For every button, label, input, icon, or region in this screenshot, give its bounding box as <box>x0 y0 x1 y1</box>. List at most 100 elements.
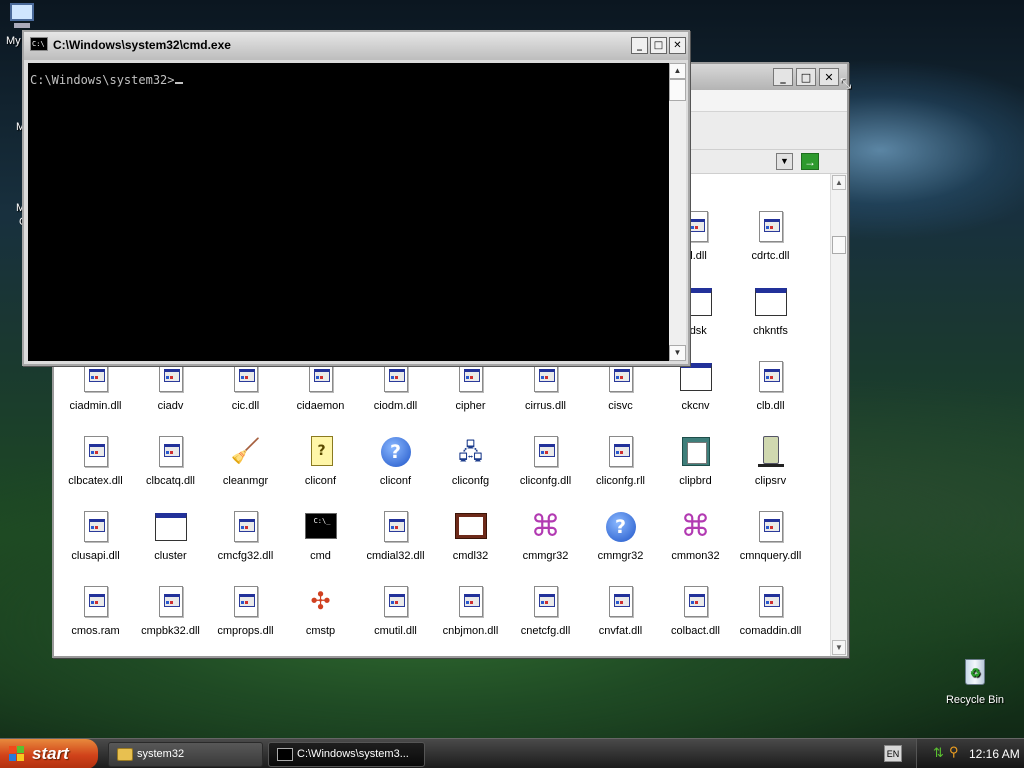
file-item[interactable]: cirrus.dll <box>508 361 583 412</box>
file-item[interactable]: ✣ cmstp <box>283 586 358 637</box>
file-item[interactable]: cdrtc.dll <box>733 211 808 262</box>
scroll-up-button[interactable]: ▲ <box>832 175 846 190</box>
file-item[interactable]: ⌘ cmmon32 <box>658 511 733 563</box>
file-item[interactable]: cliconfg.dll <box>508 436 583 487</box>
file-item[interactable]: cmpbk32.dll <box>133 586 208 637</box>
cmd-scroll-down-button[interactable]: ▼ <box>669 345 686 361</box>
explorer-minimize-button[interactable]: _ <box>773 68 793 86</box>
file-item[interactable]: comaddin.dll <box>733 586 808 637</box>
dll-file-icon <box>680 586 712 618</box>
clock[interactable]: 12:16 AM <box>969 747 1020 761</box>
file-item[interactable]: clbcatq.dll <box>133 436 208 487</box>
file-name: cirrus.dll <box>525 400 566 412</box>
file-name: clbcatq.dll <box>146 475 195 487</box>
file-item[interactable]: cluster <box>133 511 208 562</box>
file-name: cnbjmon.dll <box>442 625 499 637</box>
file-item[interactable]: cmdl32 <box>433 511 508 562</box>
file-name: cipher <box>455 400 486 412</box>
file-item[interactable]: colbact.dll <box>658 586 733 637</box>
clipsrv-file-icon <box>755 436 787 468</box>
address-dropdown-button[interactable]: ▼ <box>776 153 793 170</box>
file-name: cmmgr32 <box>597 550 644 562</box>
file-item[interactable]: ciodm.dll <box>358 361 433 412</box>
dll-file-icon <box>755 511 787 543</box>
recycle-bin-shortcut[interactable]: ♻ Recycle Bin <box>940 655 1010 706</box>
file-name: cliconfg <box>451 475 490 487</box>
scroll-thumb[interactable] <box>832 236 846 254</box>
file-item[interactable]: cic.dll <box>208 361 283 412</box>
console-area[interactable]: C:\Windows\system32> <box>28 63 669 361</box>
file-item[interactable]: C:\_ cmd <box>283 511 358 562</box>
file-item[interactable]: cnetcfg.dll <box>508 586 583 637</box>
file-name: cnetcfg.dll <box>520 625 571 637</box>
file-item[interactable]: cmprops.dll <box>208 586 283 637</box>
file-item[interactable]: cmnquery.dll <box>733 511 808 562</box>
file-item[interactable]: ? cliconf <box>358 436 433 487</box>
file-name: cliconf <box>379 475 412 487</box>
file-name: cisvc <box>608 400 633 412</box>
file-item[interactable]: ? cmmgr32 <box>583 511 658 562</box>
taskbar-item-cmd[interactable]: C:\Windows\system3... <box>268 742 425 767</box>
file-item[interactable]: cmcfg32.dll <box>208 511 283 562</box>
file-item[interactable]: ? cliconf <box>283 436 358 487</box>
file-item[interactable]: clipsrv <box>733 436 808 487</box>
cmd-system-icon[interactable]: C:\ <box>30 37 48 51</box>
file-item[interactable]: 🖧 cliconfg <box>433 436 508 487</box>
cmd-vertical-scrollbar[interactable]: ▲ ▼ <box>669 63 686 361</box>
file-item[interactable]: cmutil.dll <box>358 586 433 637</box>
taskbar: start system32 C:\Windows\system3... EN … <box>0 738 1024 768</box>
file-name: cliconfg.rll <box>596 475 645 487</box>
explorer-vertical-scrollbar[interactable]: ▲ ▼ <box>830 174 847 656</box>
scroll-down-button[interactable]: ▼ <box>832 640 846 655</box>
cmd-scroll-thumb[interactable] <box>669 79 686 101</box>
language-indicator[interactable]: EN <box>884 745 902 762</box>
file-item[interactable]: clb.dll <box>733 361 808 412</box>
file-item[interactable]: ⌘ cmmgr32 <box>508 510 583 563</box>
file-item[interactable]: cnvfat.dll <box>583 586 658 637</box>
windows-flag-icon <box>9 746 25 762</box>
file-name: chkntfs <box>753 325 788 337</box>
file-item[interactable]: cliconfg.rll <box>583 436 658 487</box>
file-item[interactable]: clusapi.dll <box>58 511 133 562</box>
file-name: cmmgr32 <box>522 550 569 562</box>
dll-file-icon <box>80 436 112 468</box>
file-item[interactable]: cmdial32.dll <box>358 511 433 562</box>
file-item[interactable]: cidaemon <box>283 361 358 412</box>
file-item[interactable]: clipbrd <box>658 436 733 487</box>
dll-file-icon <box>230 586 262 618</box>
mgr-file-icon: ⌘ <box>530 510 561 543</box>
page-q-file-icon: ? <box>305 436 337 468</box>
cmd-titlebar[interactable]: C:\ C:\Windows\system32\cmd.exe _ □ ✕ <box>24 32 688 60</box>
file-item[interactable]: ckcnv <box>658 361 733 412</box>
start-button[interactable]: start <box>0 739 98 768</box>
cmd-scroll-up-button[interactable]: ▲ <box>669 63 686 79</box>
file-item[interactable]: 🧹 cleanmgr <box>208 436 283 487</box>
file-name: colbact.dll <box>671 625 720 637</box>
explorer-maximize-button[interactable]: □ <box>796 68 816 86</box>
file-item[interactable]: ciadv <box>133 361 208 412</box>
file-item[interactable]: cmos.ram <box>58 586 133 637</box>
file-item[interactable]: cnbjmon.dll <box>433 586 508 637</box>
network-tray-icon[interactable]: ⇅ <box>933 745 944 761</box>
cmd-minimize-button[interactable]: _ <box>631 37 648 54</box>
file-item[interactable]: chkntfs <box>733 286 808 337</box>
folder-icon <box>117 748 133 761</box>
file-name: ciadmin.dll <box>69 400 122 412</box>
file-item[interactable]: ciadmin.dll <box>58 361 133 412</box>
file-item[interactable]: cipher <box>433 361 508 412</box>
cmd-window-controls: _ □ ✕ <box>631 37 686 54</box>
system-tray: ⇅ ⚲ 12:16 AM <box>916 739 1024 768</box>
file-item[interactable]: clbcatex.dll <box>58 436 133 487</box>
cmd-close-button[interactable]: ✕ <box>669 37 686 54</box>
my-computer-icon <box>8 3 36 31</box>
explorer-window-controls: _ □ ✕ <box>773 68 839 86</box>
explorer-close-button[interactable]: ✕ <box>819 68 839 86</box>
file-item[interactable]: cisvc <box>583 361 658 412</box>
address-go-button[interactable]: → <box>801 153 819 170</box>
search-tray-icon[interactable]: ⚲ <box>949 744 959 760</box>
taskbar-item-system32[interactable]: system32 <box>108 742 263 767</box>
cmd-maximize-button[interactable]: □ <box>650 37 667 54</box>
cmd-window[interactable]: C:\ C:\Windows\system32\cmd.exe _ □ ✕ C:… <box>22 30 690 366</box>
dll-file-icon <box>155 586 187 618</box>
file-name: clusapi.dll <box>71 550 120 562</box>
